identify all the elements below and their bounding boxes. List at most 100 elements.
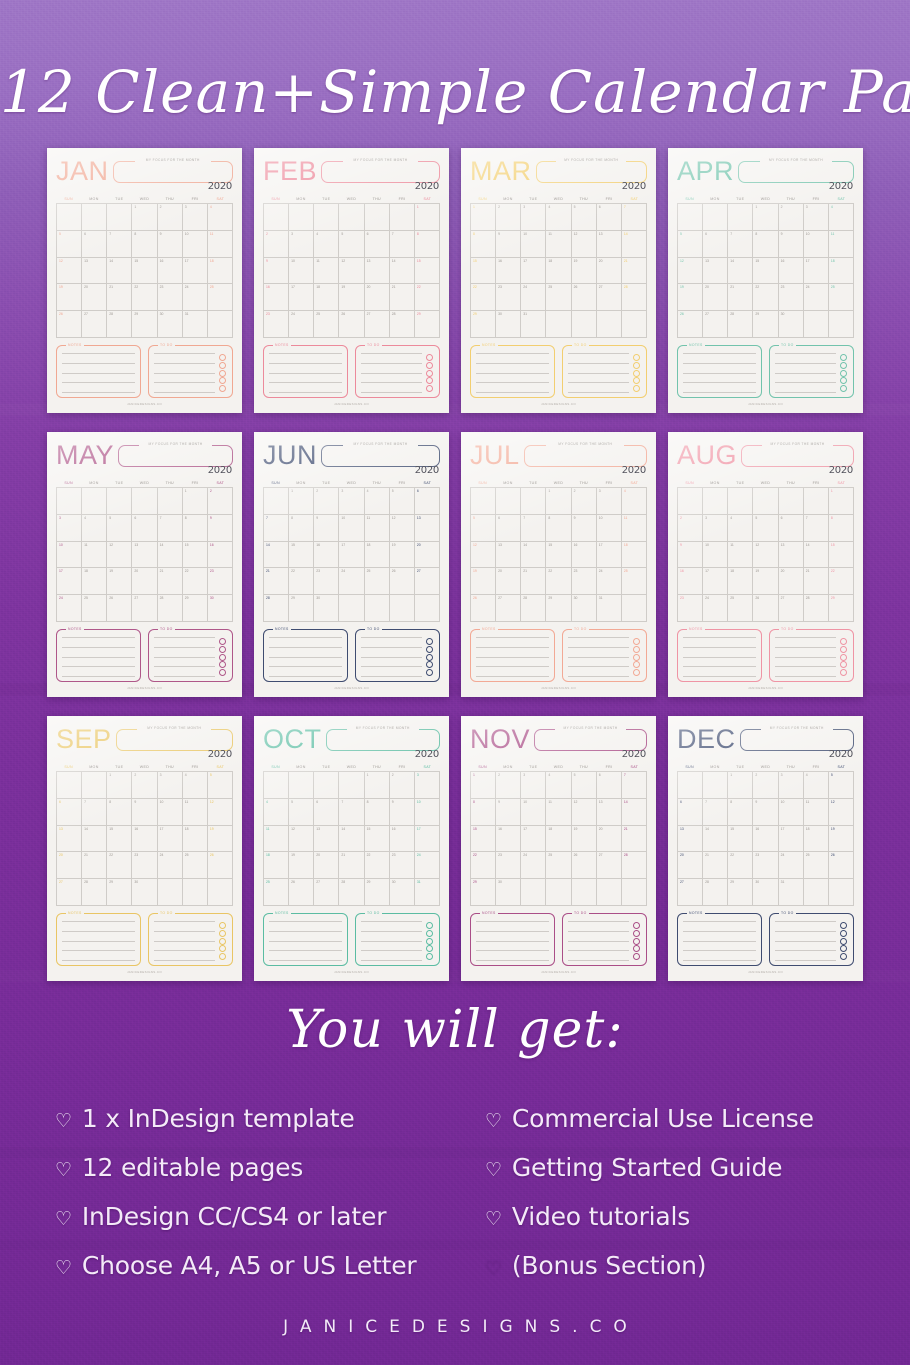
checkbox-circle-icon[interactable]: [633, 369, 640, 377]
date-cell[interactable]: [703, 488, 729, 515]
date-cell[interactable]: 3: [339, 488, 365, 515]
date-cell[interactable]: 5: [571, 772, 597, 799]
date-cell[interactable]: 9: [157, 230, 183, 258]
date-cell[interactable]: 22: [728, 852, 754, 880]
date-cell[interactable]: 9: [778, 230, 804, 258]
date-cell[interactable]: 1: [364, 772, 390, 799]
date-cell[interactable]: 24: [289, 311, 315, 338]
date-cell[interactable]: 14: [82, 825, 108, 853]
date-cell[interactable]: [289, 772, 315, 799]
date-cell[interactable]: 28: [389, 311, 415, 338]
focus-input-box[interactable]: MY FOCUS FOR THE MONTH: [739, 725, 854, 751]
date-cell[interactable]: 30: [389, 879, 415, 906]
date-cell[interactable]: 24: [182, 284, 208, 312]
todo-box[interactable]: TO DO: [769, 910, 854, 966]
date-cell[interactable]: 7: [621, 772, 647, 799]
todo-box[interactable]: TO DO: [562, 342, 647, 398]
date-cell[interactable]: 20: [596, 825, 622, 853]
date-cell[interactable]: 28: [521, 595, 547, 622]
checkbox-circle-icon[interactable]: [426, 638, 433, 645]
date-cell[interactable]: 14: [728, 257, 754, 285]
date-cell[interactable]: 15: [728, 825, 754, 853]
date-cell[interactable]: 31: [596, 595, 622, 622]
date-cell[interactable]: 24: [157, 852, 183, 880]
date-cell[interactable]: 2: [778, 204, 804, 231]
date-cell[interactable]: 12: [828, 798, 854, 826]
date-cell[interactable]: 9: [571, 514, 597, 542]
date-cell[interactable]: 24: [339, 568, 365, 596]
date-cell[interactable]: [621, 595, 647, 622]
date-cell[interactable]: 27: [678, 879, 704, 906]
date-cell[interactable]: 30: [314, 595, 340, 622]
date-cell[interactable]: [521, 488, 547, 515]
date-cell[interactable]: 2: [753, 772, 779, 799]
date-cell[interactable]: 15: [107, 825, 133, 853]
date-cell[interactable]: [57, 772, 83, 799]
date-cell[interactable]: [314, 772, 340, 799]
date-cell[interactable]: 27: [414, 568, 440, 596]
date-cell[interactable]: 2: [264, 230, 290, 258]
date-cell[interactable]: 27: [82, 311, 108, 338]
notes-box[interactable]: NOTES: [263, 342, 348, 398]
date-cell[interactable]: 30: [132, 879, 158, 906]
calendar-card-oct[interactable]: OCT MY FOCUS FOR THE MONTH 2020 SUN MON TUE WE…: [254, 716, 449, 981]
date-cell[interactable]: 4: [546, 772, 572, 799]
date-cell[interactable]: [678, 772, 704, 799]
date-cell[interactable]: 13: [596, 798, 622, 826]
date-cell[interactable]: 30: [496, 879, 522, 906]
date-cell[interactable]: [339, 772, 365, 799]
date-cell[interactable]: [364, 204, 390, 231]
date-cell[interactable]: 29: [364, 879, 390, 906]
checkbox-circle-icon[interactable]: [426, 669, 433, 676]
date-cell[interactable]: 6: [364, 230, 390, 258]
date-cell[interactable]: 23: [678, 595, 704, 622]
date-cell[interactable]: [364, 595, 390, 622]
date-cell[interactable]: 19: [389, 541, 415, 569]
date-cell[interactable]: 11: [728, 541, 754, 569]
date-cell[interactable]: 6: [82, 230, 108, 258]
date-cell[interactable]: 18: [82, 568, 108, 596]
calendar-card-nov[interactable]: NOV MY FOCUS FOR THE MONTH 2020 SUN MON TUE WE…: [461, 716, 656, 981]
date-cell[interactable]: [728, 488, 754, 515]
date-cell[interactable]: 18: [828, 257, 854, 285]
checkbox-circle-icon[interactable]: [840, 929, 847, 937]
date-cell[interactable]: 13: [703, 257, 729, 285]
date-cell[interactable]: [207, 311, 233, 338]
date-cell[interactable]: 21: [803, 568, 829, 596]
date-cell[interactable]: 17: [778, 825, 804, 853]
date-cell[interactable]: 21: [521, 568, 547, 596]
date-cell[interactable]: 28: [621, 284, 647, 312]
date-cell[interactable]: 16: [496, 825, 522, 853]
date-cell[interactable]: 15: [828, 541, 854, 569]
checkbox-circle-icon[interactable]: [219, 661, 226, 669]
date-cell[interactable]: [546, 311, 572, 338]
date-cell[interactable]: 7: [264, 514, 290, 542]
todo-box[interactable]: TO DO: [355, 910, 440, 966]
date-cell[interactable]: 5: [678, 230, 704, 258]
date-cell[interactable]: 6: [596, 204, 622, 231]
date-cell[interactable]: 23: [571, 568, 597, 596]
date-cell[interactable]: [264, 204, 290, 231]
date-cell[interactable]: 24: [703, 595, 729, 622]
date-cell[interactable]: 12: [339, 257, 365, 285]
checkbox-circle-icon[interactable]: [219, 922, 226, 929]
date-cell[interactable]: 11: [828, 230, 854, 258]
checkbox-circle-icon[interactable]: [426, 653, 433, 661]
date-cell[interactable]: 1: [107, 772, 133, 799]
date-cell[interactable]: 3: [57, 514, 83, 542]
date-cell[interactable]: 11: [314, 257, 340, 285]
date-cell[interactable]: 4: [264, 798, 290, 826]
date-cell[interactable]: 12: [107, 541, 133, 569]
date-cell[interactable]: [678, 488, 704, 515]
checkbox-circle-icon[interactable]: [426, 937, 433, 945]
date-cell[interactable]: 2: [157, 204, 183, 231]
date-cell[interactable]: 22: [132, 284, 158, 312]
date-cell[interactable]: 29: [182, 595, 208, 622]
checkbox-circle-icon[interactable]: [840, 937, 847, 945]
date-cell[interactable]: 8: [132, 230, 158, 258]
date-cell[interactable]: 25: [207, 284, 233, 312]
calendar-card-jan[interactable]: JAN MY FOCUS FOR THE MONTH 2020 SUN MON TUE WE…: [47, 148, 242, 413]
date-cell[interactable]: 10: [157, 798, 183, 826]
date-cell[interactable]: 19: [57, 284, 83, 312]
date-cell[interactable]: 28: [107, 311, 133, 338]
